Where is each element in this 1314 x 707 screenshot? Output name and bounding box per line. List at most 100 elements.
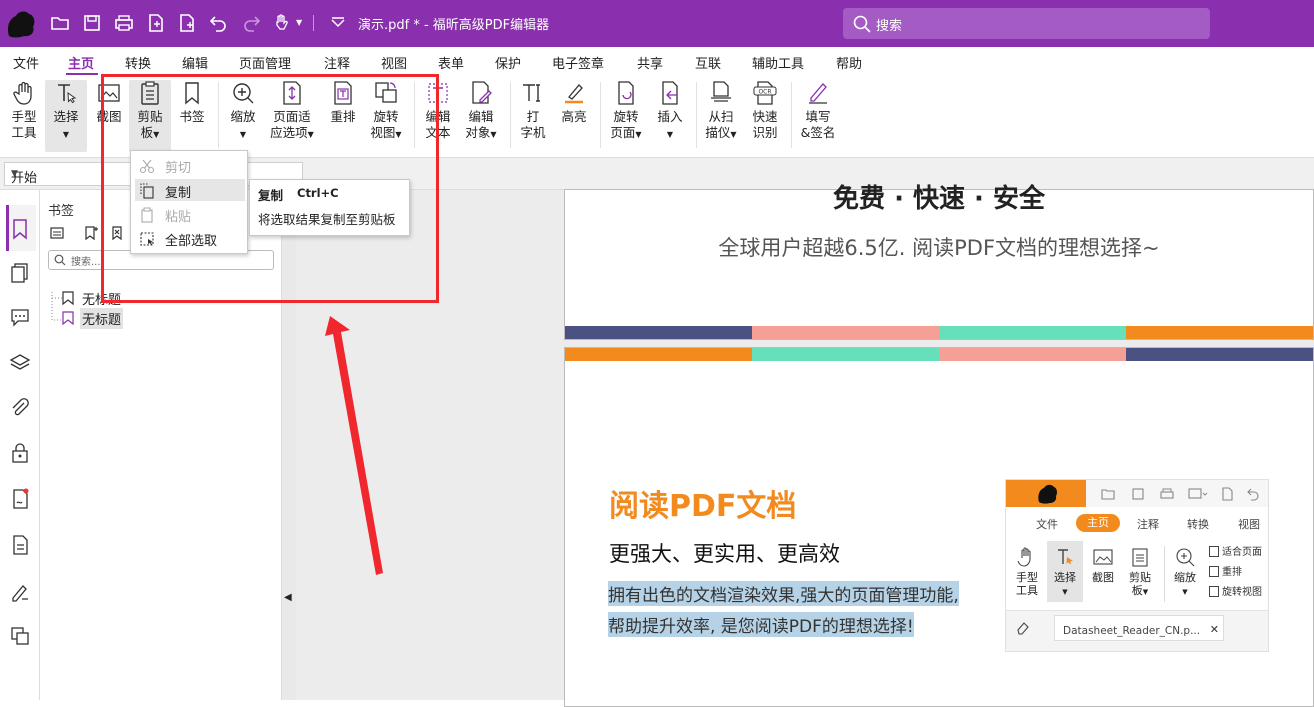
- fill-sign-label-1: 填写: [805, 109, 831, 124]
- ocr-button[interactable]: OCR 快速 识别: [746, 80, 784, 141]
- scan-dropdown-icon[interactable]: ▼: [730, 130, 736, 139]
- menu-help[interactable]: 帮助: [836, 53, 862, 72]
- fill-sign-panel-icon[interactable]: [9, 580, 31, 602]
- menu-protect[interactable]: 保护: [495, 53, 521, 72]
- signature-panel-icon[interactable]: [9, 488, 31, 510]
- rotate-page-button[interactable]: 旋转 页面▼: [606, 80, 646, 143]
- select-dropdown-icon[interactable]: ▼: [63, 130, 69, 139]
- ocr-icon: OCR: [753, 81, 777, 105]
- edit-text-label-1: 编辑: [425, 109, 451, 124]
- highlight-button[interactable]: 高亮: [556, 80, 592, 125]
- compare-panel-icon[interactable]: [9, 625, 31, 647]
- hand-tool-label-1: 手型: [11, 109, 37, 124]
- bookmark-icon: [185, 82, 199, 105]
- security-panel-icon[interactable]: [9, 442, 31, 464]
- document-properties-icon[interactable]: [9, 534, 31, 556]
- quick-access-dropdown-icon[interactable]: [328, 13, 348, 33]
- layers-panel-icon[interactable]: [9, 352, 31, 374]
- mini-tab-convert: 转换: [1187, 518, 1209, 531]
- panel-splitter[interactable]: ◀: [282, 190, 296, 700]
- mini-reflow-icon: [1209, 566, 1219, 577]
- menu-accessibility[interactable]: 辅助工具: [752, 53, 804, 72]
- menu-convert[interactable]: 转换: [125, 53, 151, 72]
- insert-button[interactable]: 插入 ▼: [651, 80, 689, 143]
- selected-text-line-2[interactable]: 帮助提升效率, 是您阅读PDF的理想选择!: [608, 612, 914, 637]
- save-icon[interactable]: [82, 13, 102, 33]
- mini-clipboard: 剪贴 板▼: [1123, 546, 1157, 599]
- select-all-label: 全部选取: [165, 234, 218, 249]
- bookmark-button[interactable]: 书签: [174, 80, 210, 125]
- attachments-panel-icon[interactable]: [9, 397, 31, 419]
- mini-logo-icon: [1038, 484, 1058, 504]
- zoom-dropdown-icon[interactable]: ▼: [240, 130, 246, 139]
- edit-text-button[interactable]: 编辑 文本: [420, 80, 456, 141]
- menu-page-management[interactable]: 页面管理: [239, 53, 291, 72]
- snapshot-button[interactable]: 截图: [90, 80, 128, 125]
- pages-panel-icon[interactable]: [9, 262, 31, 284]
- edit-object-button[interactable]: 编辑 对象▼: [460, 80, 502, 143]
- reflow-button[interactable]: 重排: [325, 80, 361, 125]
- mini-fit-label: 适合页面: [1222, 547, 1262, 558]
- menu-item-copy[interactable]: 复制: [135, 179, 245, 201]
- clipboard-button[interactable]: 剪贴 板▼: [129, 80, 171, 152]
- collapse-panel-icon[interactable]: ◀: [284, 592, 292, 603]
- new-document-icon[interactable]: [177, 13, 197, 33]
- menu-home[interactable]: 主页: [68, 53, 94, 72]
- add-bookmark-icon[interactable]: [83, 225, 99, 241]
- hand-icon: [13, 81, 32, 105]
- page-fit-button[interactable]: 页面适 应选项▼: [266, 80, 318, 143]
- bookmarks-panel-icon[interactable]: [9, 218, 31, 240]
- typewriter-icon: [523, 84, 540, 102]
- rotate-view-icon: [375, 82, 397, 103]
- open-folder-icon[interactable]: [50, 13, 70, 33]
- scan-button[interactable]: 从扫 描仪▼: [701, 80, 741, 143]
- bookmark-icon: [62, 311, 74, 325]
- bookmark-options-icon[interactable]: [49, 225, 65, 241]
- fill-sign-icon: [809, 83, 827, 104]
- menu-edit[interactable]: 编辑: [182, 53, 208, 72]
- menu-file[interactable]: 文件: [13, 53, 39, 72]
- menu-view[interactable]: 视图: [381, 53, 407, 72]
- hand-dropdown-icon[interactable]: ▼: [296, 18, 302, 27]
- snapshot-label: 截图: [96, 109, 122, 124]
- menu-item-cut[interactable]: 剪切: [135, 154, 245, 176]
- hand-tool-icon[interactable]: [272, 13, 292, 33]
- select-text-icon: [58, 84, 77, 104]
- bookmarks-panel: 书签 搜索... 无标题 无标题: [40, 190, 282, 700]
- hand-tool-button[interactable]: 手型 工具: [4, 80, 44, 141]
- typewriter-button[interactable]: 打字机: [516, 80, 550, 141]
- create-pdf-icon[interactable]: [146, 13, 166, 33]
- page-fit-icon: [283, 81, 301, 105]
- scan-label-2: 描仪: [705, 125, 731, 140]
- global-search[interactable]: 搜索: [843, 8, 1210, 39]
- search-icon: [853, 15, 871, 33]
- delete-bookmark-icon[interactable]: [110, 225, 126, 241]
- selected-text-line-1[interactable]: 拥有出色的文档渲染效果,强大的页面管理功能,: [608, 581, 959, 606]
- menu-comment[interactable]: 注释: [324, 53, 350, 72]
- menu-e-signature[interactable]: 电子签章: [552, 53, 604, 72]
- menu-form[interactable]: 表单: [438, 53, 464, 72]
- select-tool-button[interactable]: 选择 ▼: [45, 80, 87, 152]
- zoom-button[interactable]: 缩放 ▼: [224, 80, 262, 143]
- rotate-view-dropdown-icon[interactable]: ▼: [395, 130, 401, 139]
- fill-sign-button[interactable]: 填写 &签名: [796, 80, 840, 141]
- page-fit-dropdown-icon[interactable]: ▼: [308, 130, 314, 139]
- undo-icon[interactable]: [209, 13, 229, 33]
- comments-panel-icon[interactable]: [9, 306, 31, 328]
- mini-dropdown-icon: ▼: [1062, 588, 1068, 596]
- copy-label: 复制: [165, 186, 192, 201]
- menu-item-paste[interactable]: 粘贴: [135, 203, 245, 225]
- insert-dropdown-icon[interactable]: ▼: [667, 130, 673, 139]
- scanner-icon: [711, 81, 731, 102]
- edit-object-dropdown-icon[interactable]: ▼: [490, 130, 496, 139]
- menu-connect[interactable]: 互联: [695, 53, 721, 72]
- rotate-page-dropdown-icon[interactable]: ▼: [635, 130, 641, 139]
- redo-icon[interactable]: [241, 13, 261, 33]
- print-icon[interactable]: [114, 13, 134, 33]
- clipboard-dropdown-icon[interactable]: ▼: [153, 130, 159, 139]
- insert-label: 插入: [657, 109, 683, 124]
- menu-share[interactable]: 共享: [637, 53, 663, 72]
- menu-item-select-all[interactable]: 全部选取: [135, 227, 245, 249]
- mini-hand-icon: [1017, 547, 1031, 567]
- rotate-view-button[interactable]: 旋转 视图▼: [364, 80, 408, 143]
